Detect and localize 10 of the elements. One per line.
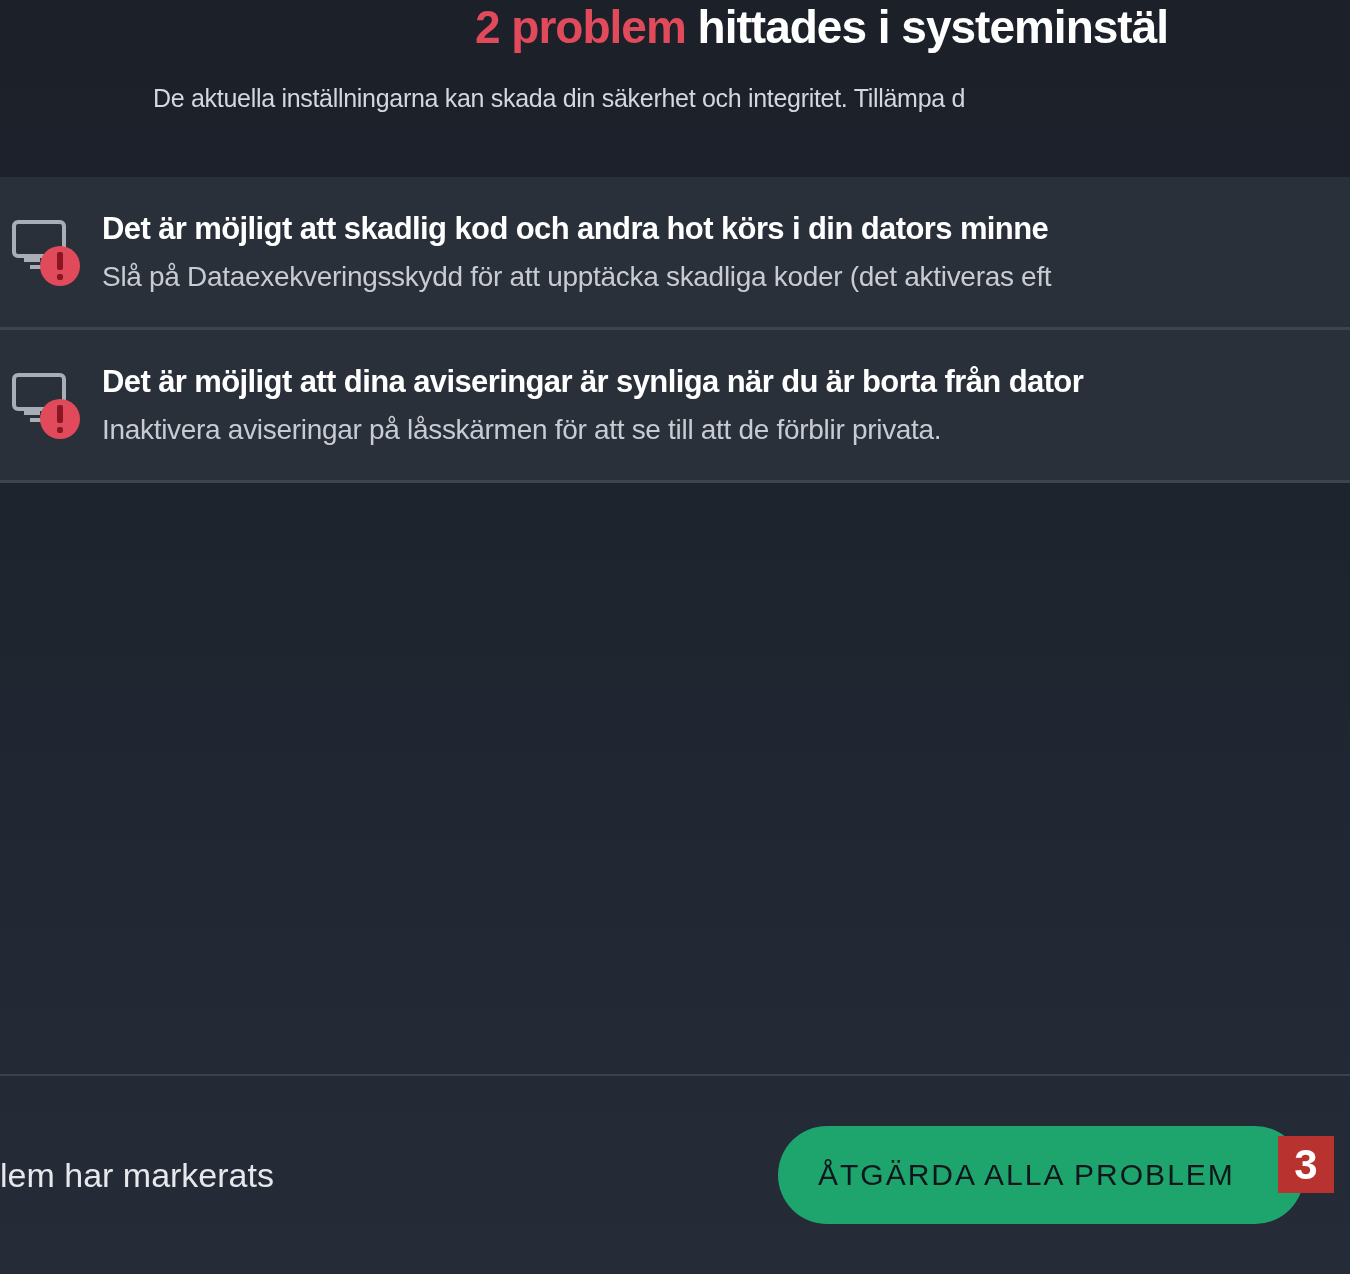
- problem-title: Det är möjligt att dina aviseringar är synliga när du är borta från dator: [102, 364, 1084, 400]
- problem-row[interactable]: Det är möjligt att dina aviseringar är synliga när du är borta från dator Inaktivera aviseringar på låsskärmen för att se till att de förblir privata.: [0, 330, 1350, 483]
- callout-badge: 3: [1278, 1136, 1334, 1193]
- problem-row[interactable]: Det är möjligt att skadlig kod och andra hot körs i din dators minne Slå på Dataexekveringsskydd för att upptäcka skadliga koder (det aktiveras eft: [0, 177, 1350, 330]
- page-title: 2 problem hittades i systeminstäl: [474, 0, 1169, 54]
- problem-title: Det är möjligt att skadlig kod och andra hot körs i din dators minne: [102, 211, 1050, 247]
- problem-description: Slå på Dataexekveringsskydd för att upptäcka skadliga koder (det aktiveras eft: [102, 261, 1052, 293]
- problem-description: Inaktivera aviseringar på låsskärmen för att se till att de förblir privata.: [102, 414, 943, 446]
- subtitle: De aktuella inställningarna kan skada din säkerhet och integritet. Tillämpa d: [152, 84, 967, 113]
- status-text: lem har markerats: [0, 1155, 274, 1195]
